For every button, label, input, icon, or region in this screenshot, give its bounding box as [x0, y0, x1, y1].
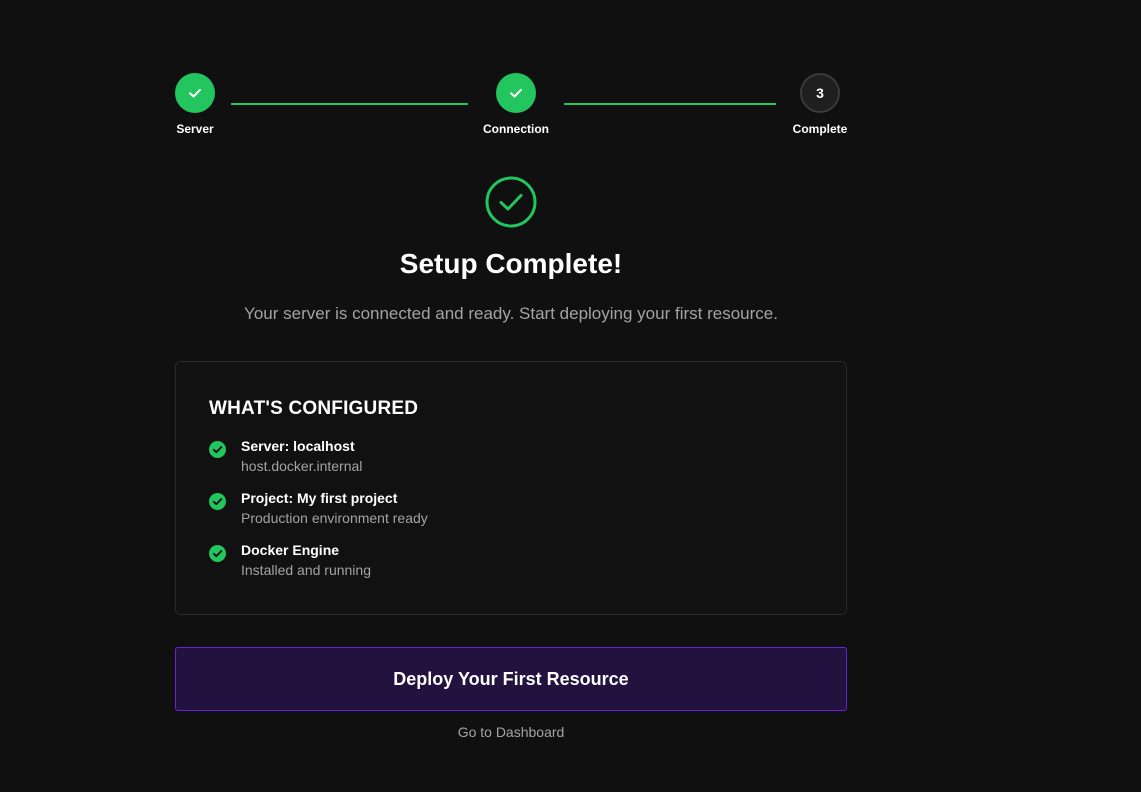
- configured-item-title: Docker Engine: [241, 542, 340, 558]
- configured-item-title: Server: localhost: [241, 438, 355, 454]
- step-server-check-icon: [175, 73, 215, 113]
- check-circle-icon: [209, 493, 226, 510]
- step-server: Server: [145, 73, 245, 136]
- step-complete-number: 3: [800, 73, 840, 113]
- step-connection: Connection: [466, 73, 566, 136]
- success-check-circle-icon: [485, 176, 537, 228]
- configured-item-subtitle: Installed and running: [241, 562, 371, 578]
- step-connector-1: [231, 103, 468, 105]
- configured-item-subtitle: host.docker.internal: [241, 458, 363, 474]
- progress-stepper: Server Connection 3 Complete: [175, 73, 847, 143]
- configured-title: WHAT'S CONFIGURED: [209, 398, 419, 419]
- step-complete-label: Complete: [792, 122, 848, 136]
- page-title: Setup Complete!: [399, 248, 623, 279]
- configured-item-docker: Docker Engine Installed and running: [209, 540, 813, 580]
- deploy-first-resource-button[interactable]: Deploy Your First Resource: [175, 647, 847, 711]
- page-subtitle: Your server is connected and ready. Star…: [244, 304, 778, 323]
- check-circle-icon: [209, 441, 226, 458]
- step-connector-2: [564, 103, 776, 105]
- step-connection-label: Connection: [483, 122, 549, 136]
- step-connection-check-icon: [496, 73, 536, 113]
- check-circle-icon: [209, 545, 226, 562]
- configured-item-title: Project: My first project: [241, 490, 398, 506]
- configured-item-project: Project: My first project Production env…: [209, 488, 813, 528]
- configured-item-subtitle: Production environment ready: [241, 510, 428, 526]
- step-complete: 3 Complete: [770, 73, 870, 136]
- go-to-dashboard-link[interactable]: Go to Dashboard: [175, 724, 847, 740]
- configured-card: WHAT'S CONFIGURED Server: localhost host…: [175, 361, 847, 615]
- step-server-label: Server: [176, 122, 214, 136]
- configured-item-server: Server: localhost host.docker.internal: [209, 436, 813, 476]
